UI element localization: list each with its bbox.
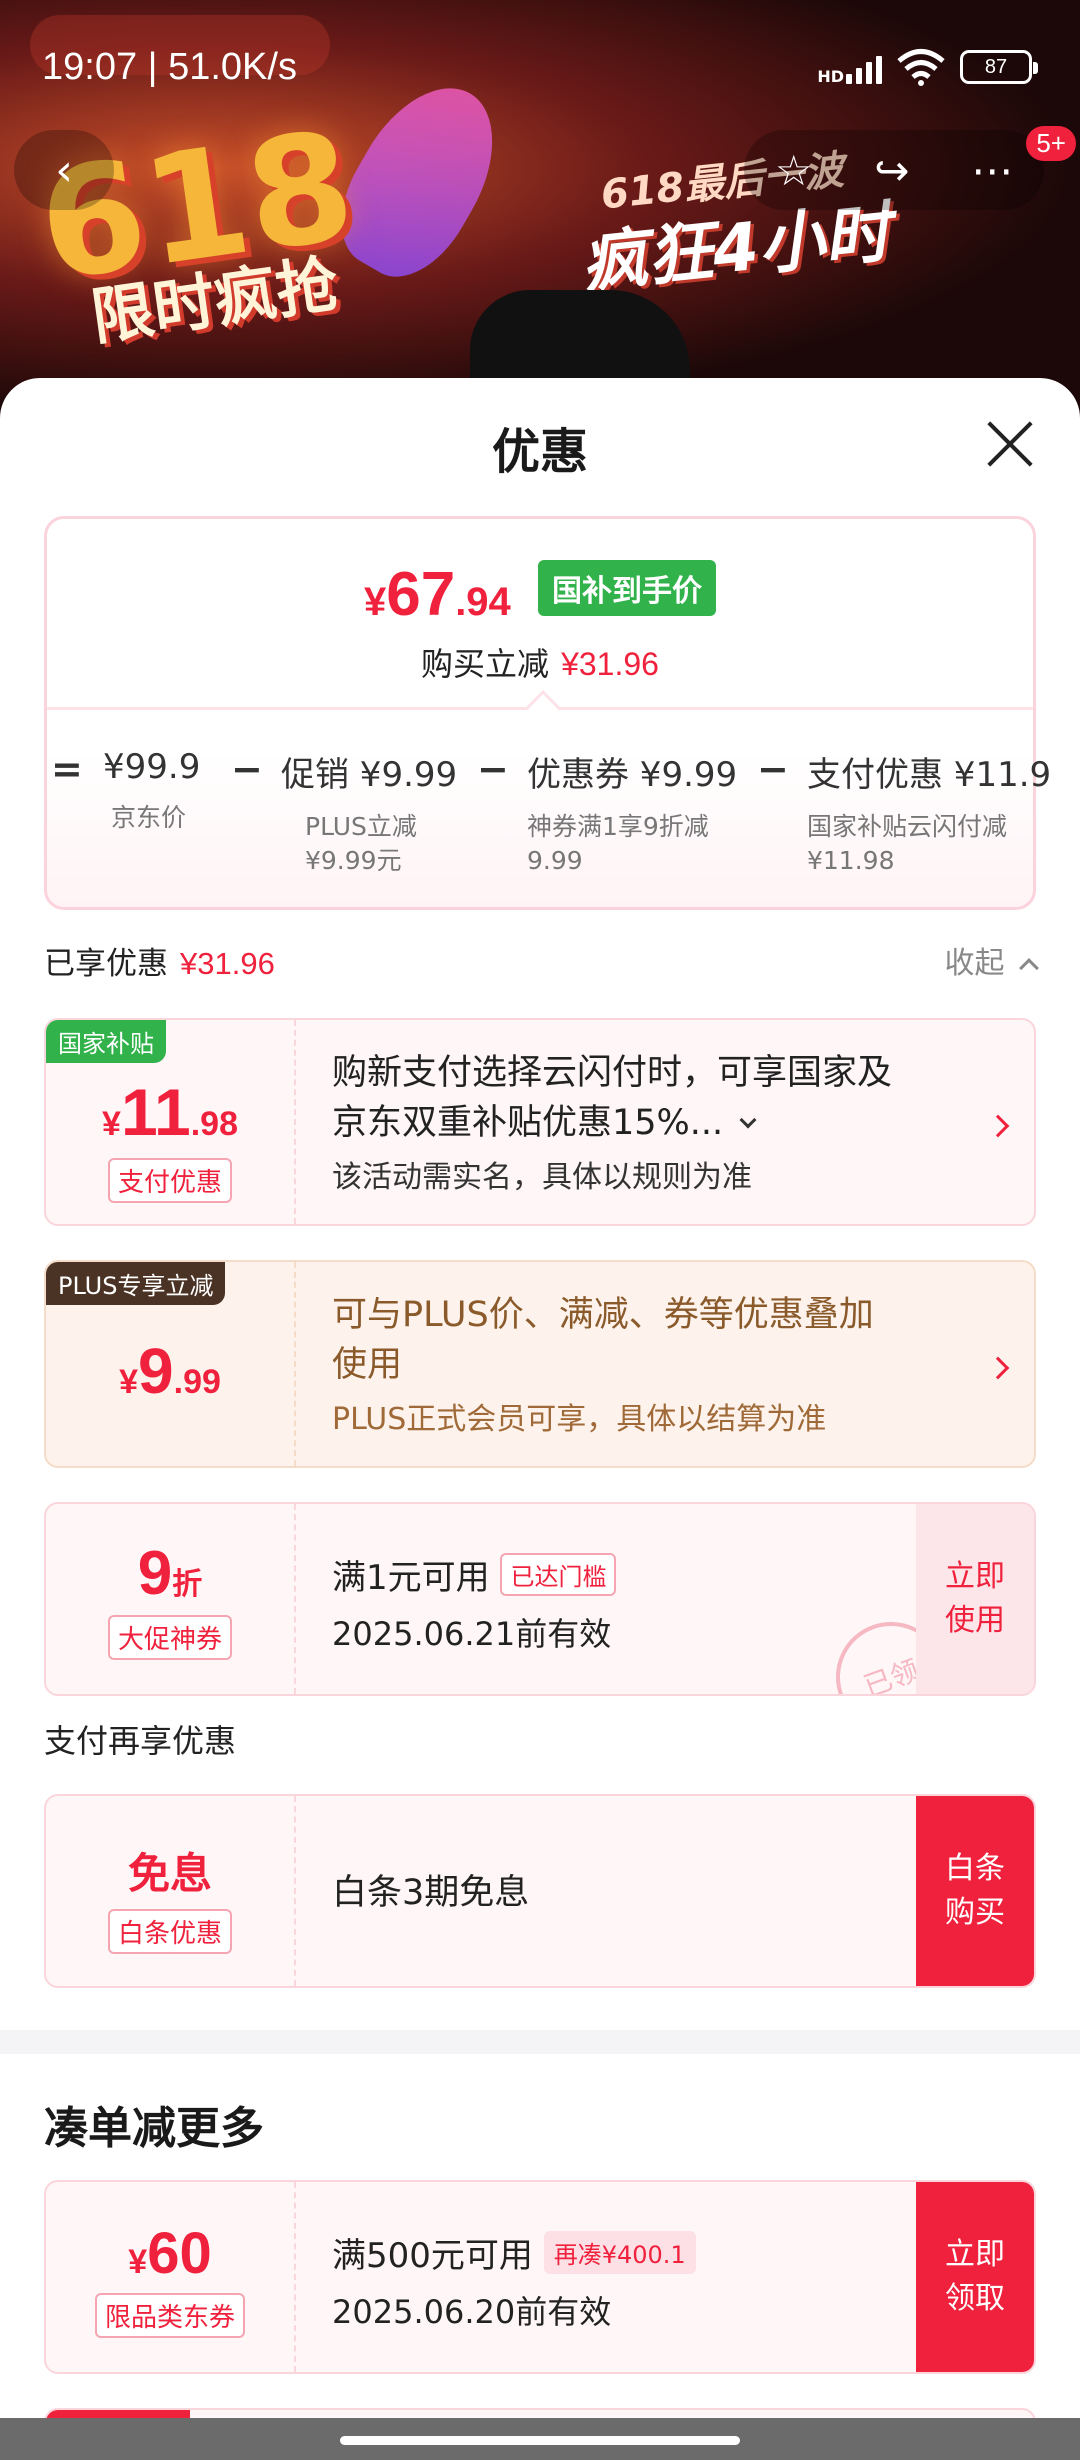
back-button[interactable]: ‹	[14, 130, 114, 210]
price-summary: ¥67.94 国补到手价 购买立减 ¥31.96 = ¥99.9 京东价 − 促销…	[44, 516, 1051, 910]
discount-total: 购买立减 ¥31.96	[47, 639, 1033, 685]
plus-note: PLUS正式会员可享，具体以结算为准	[332, 1402, 827, 1437]
baitiao-card: 免息 白条优惠 白条3期免息 白条 购买	[44, 1794, 1036, 1988]
use-coupon-button[interactable]: 立即 使用	[916, 1504, 1034, 1694]
enjoyed-discount-row: 已享优惠 ¥31.96 收起	[44, 938, 1039, 988]
jd-coupon-card: ¥60 限品类东券 满500元可用 再凑¥400.1 2025.06.20前有效…	[44, 2180, 1036, 2374]
price-integer: 67	[386, 560, 456, 629]
plus-desc: 可与PLUS价、满减、券等优惠叠加 使用	[332, 1295, 874, 1385]
jd-coupon-chip: 限品类东券	[94, 2293, 245, 2338]
coupon-chip: 大促神券	[107, 1615, 232, 1660]
breakdown-item-payment: 支付优惠 ¥11.9 国家补贴云闪付减 ¥11.98	[807, 755, 1052, 875]
gov-note: 该活动需实名，具体以规则为准	[332, 1160, 752, 1195]
plus-flag: PLUS专享立减	[46, 1262, 226, 1305]
breakdown-op: −	[231, 747, 263, 791]
gov-amount: ¥11.98	[102, 1075, 238, 1149]
final-price: ¥67.94 国补到手价	[47, 559, 1033, 630]
plus-amount: ¥9.99	[119, 1335, 221, 1407]
subsidy-price-tag: 国补到手价	[538, 560, 717, 616]
message-badge: 5+	[1026, 126, 1076, 161]
home-indicator	[0, 2418, 1080, 2460]
threshold-reached-tag: 已达门槛	[500, 1553, 617, 1596]
sheet-title: 优惠	[491, 424, 588, 480]
close-icon[interactable]	[984, 418, 1036, 470]
gov-subsidy-flag: 国家补贴	[46, 1020, 166, 1063]
breakdown-op: =	[51, 747, 83, 791]
breakdown-op: −	[477, 747, 509, 791]
discount-sheet: 优惠 ¥67.94 国补到手价 购买立减 ¥31.96 = ¥99.9 京东价 −…	[0, 378, 1080, 2460]
status-time: 19:07 | 51.0K/s	[42, 46, 297, 88]
breakdown-op: −	[757, 747, 789, 791]
gov-chip: 支付优惠	[107, 1158, 232, 1203]
breakdown-item-jd-price: ¥99.9 京东价	[103, 747, 201, 832]
claim-coupon-button[interactable]: 立即 领取	[916, 2182, 1034, 2372]
jd-coupon-expiry: 2025.06.20前有效	[332, 2293, 612, 2331]
wifi-icon	[897, 49, 945, 86]
status-icons: HD 87	[817, 48, 1038, 86]
chevron-down-icon[interactable]	[739, 1111, 757, 1129]
gov-subsidy-card[interactable]: 国家补贴 ¥11.98 支付优惠 购新支付选择云闪付时，可享国家及 京东双重补贴优…	[44, 1018, 1036, 1226]
share-icon[interactable]: ↪	[874, 146, 909, 195]
breakdown-item-promo: 促销 ¥9.99 PLUS立减 ¥9.99元	[281, 755, 458, 875]
status-bar: 19:07 | 51.0K/s HD 87	[0, 0, 1080, 140]
coupon-threshold: 满1元可用	[332, 1558, 490, 1598]
price-breakdown: = ¥99.9 京东价 − 促销 ¥9.99 PLUS立减 ¥9.99元 − 优惠…	[47, 747, 1051, 887]
add-more-tag: 再凑¥400.1	[543, 2231, 696, 2274]
pointer-notch	[526, 690, 560, 724]
plus-discount-card[interactable]: PLUS专享立减 ¥9.99 可与PLUS价、满减、券等优惠叠加 使用 PLUS正…	[44, 1260, 1036, 1468]
interest-free-label: 免息	[127, 1849, 212, 1898]
collapse-button[interactable]: 收起	[944, 938, 1039, 982]
section-separator	[0, 2030, 1080, 2054]
baitiao-chip: 白条优惠	[107, 1909, 232, 1954]
more-icon[interactable]: ⋯	[971, 146, 1013, 195]
discount-value: ¥31.96	[561, 646, 659, 682]
coupon-card: 9折 大促神券 满1元可用 已达门槛 2025.06.21前有效 已领 立即 使用	[44, 1502, 1036, 1696]
enjoyed-label: 已享优惠	[44, 946, 168, 982]
battery-icon: 87	[960, 50, 1038, 84]
jd-coupon-amount: ¥60	[128, 2221, 212, 2286]
nav-actions: ☆ ↪ ⋯	[744, 130, 1044, 210]
back-icon: ‹	[55, 144, 73, 196]
jd-coupon-threshold: 满500元可用	[332, 2236, 533, 2276]
chevron-right-icon[interactable]	[986, 1114, 1010, 1138]
star-icon[interactable]: ☆	[775, 146, 813, 195]
baitiao-buy-button[interactable]: 白条 购买	[916, 1796, 1034, 1986]
price-currency: ¥	[363, 580, 387, 624]
signal-icon	[846, 50, 882, 84]
breakdown-item-coupon: 优惠券 ¥9.99 神券满1享9折减 9.99	[527, 755, 738, 875]
home-bar[interactable]	[340, 2436, 740, 2445]
enjoyed-value: ¥31.96	[180, 946, 275, 981]
hd-label: HD	[817, 67, 844, 86]
gov-desc: 购新支付选择云闪付时，可享国家及 京东双重补贴优惠15%...	[332, 1053, 893, 1143]
coupon-amount: 9折	[137, 1539, 203, 1608]
price-decimal: .94	[455, 580, 511, 624]
chevron-right-icon[interactable]	[986, 1356, 1010, 1380]
baitiao-desc: 白条3期免息	[332, 1873, 530, 1913]
more-savings-title: 凑单减更多	[44, 2103, 264, 2154]
chevron-up-icon	[1019, 958, 1039, 978]
discount-label: 购买立减	[421, 645, 550, 683]
pay-section-title: 支付再享优惠	[44, 1722, 237, 1760]
